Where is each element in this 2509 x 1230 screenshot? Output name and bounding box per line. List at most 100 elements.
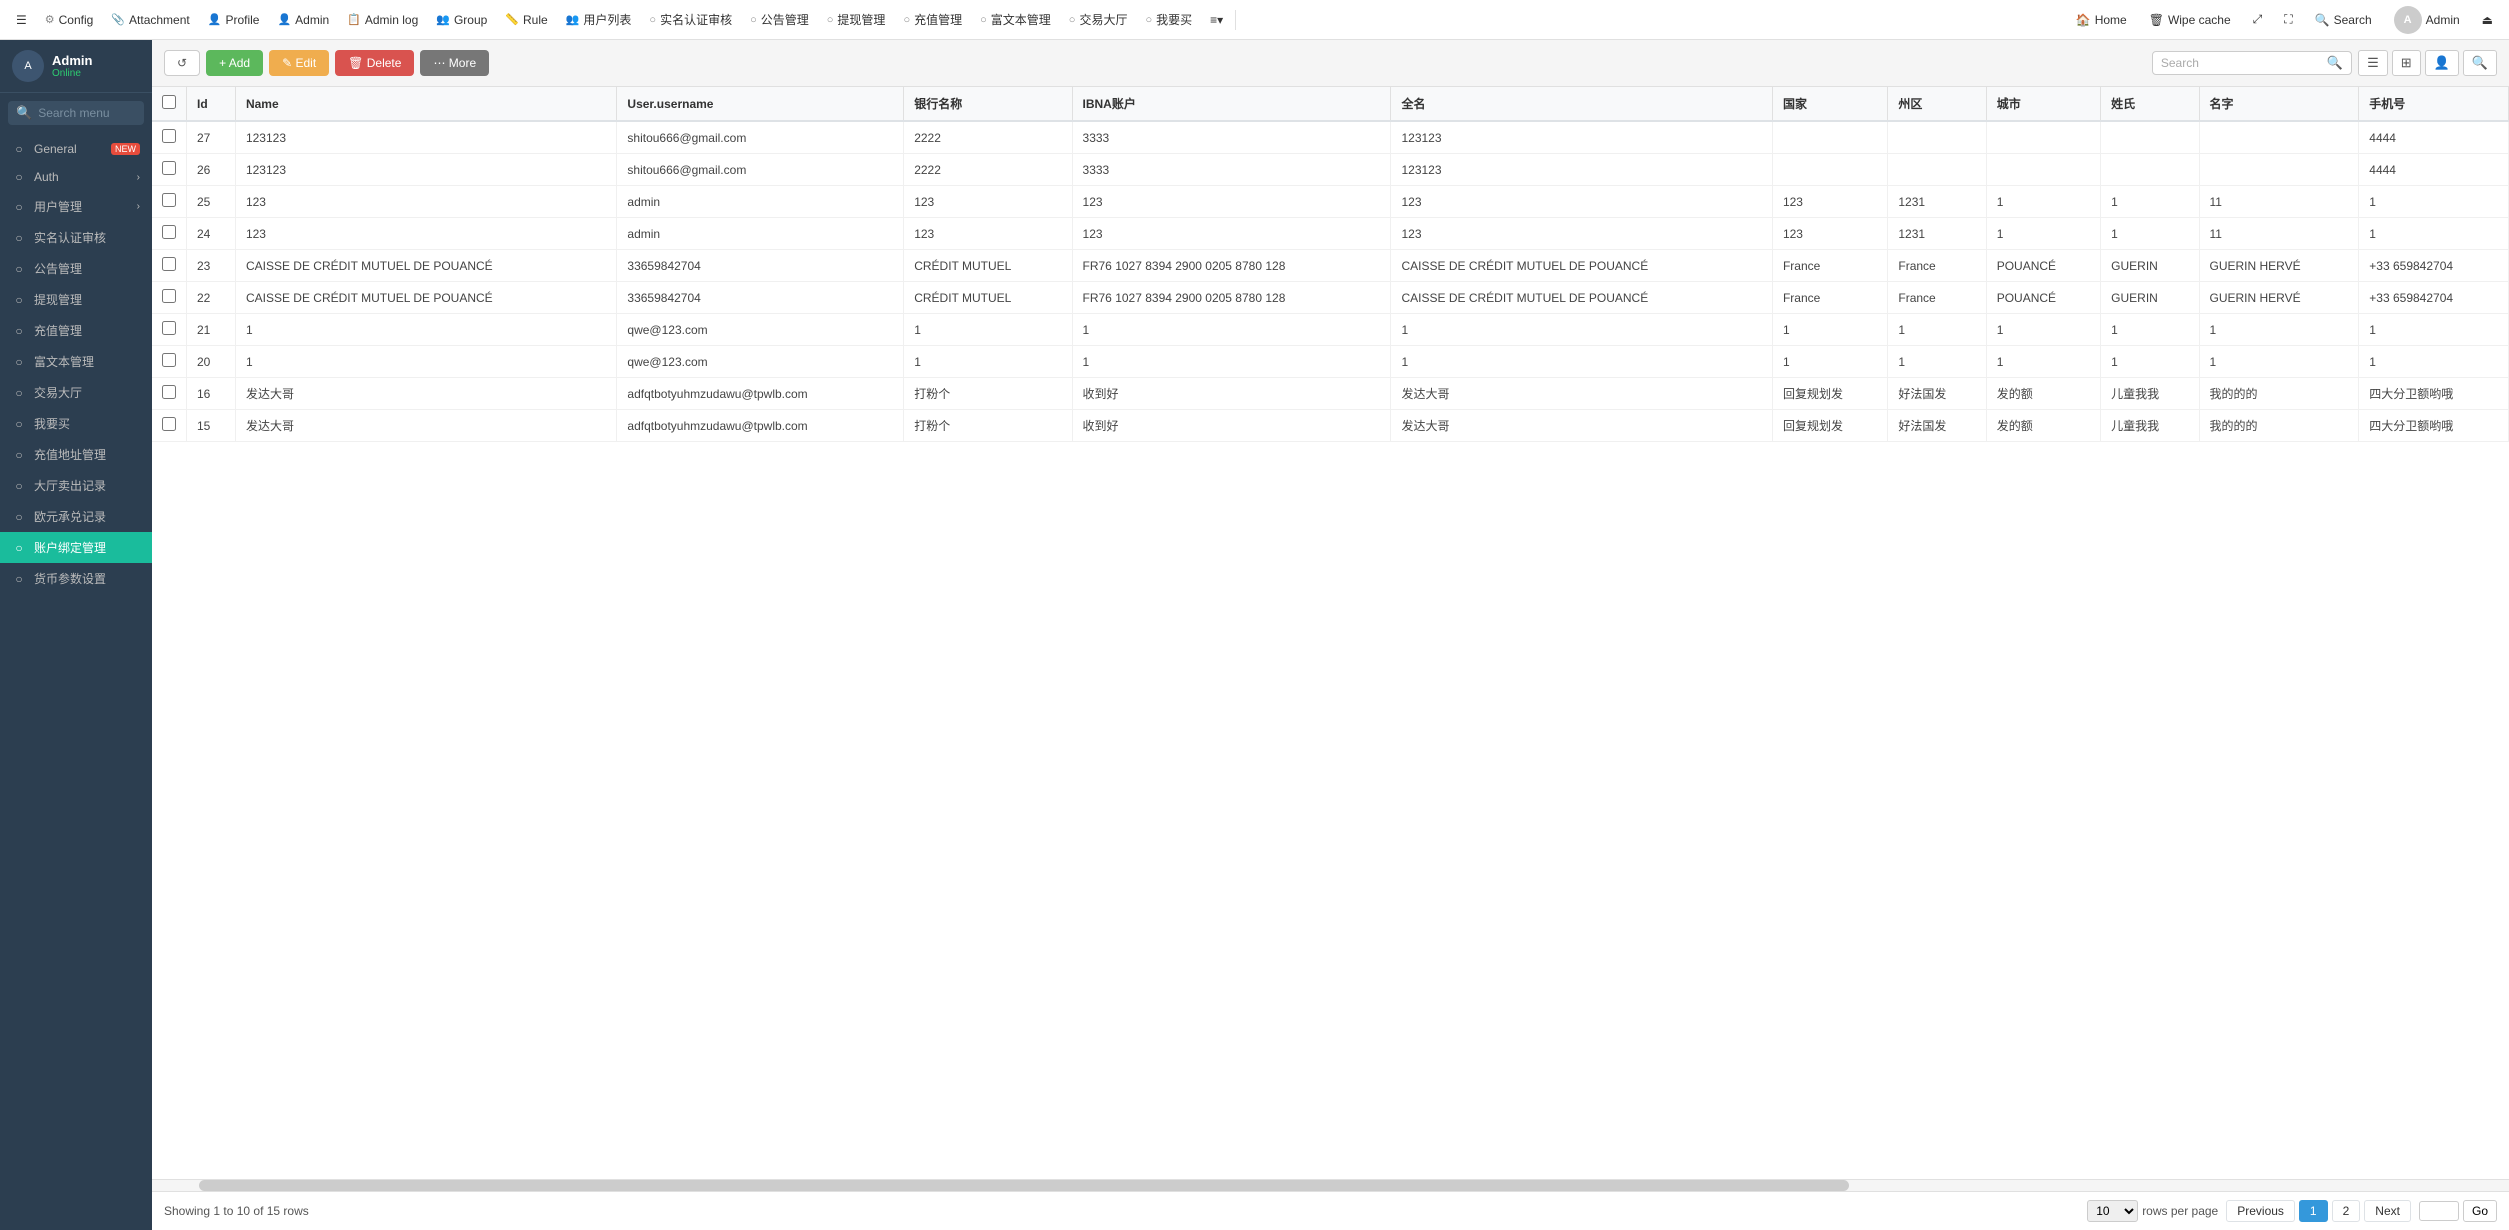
nav-announcement[interactable]: ○ 公告管理 [742,7,817,32]
nav-userlist[interactable]: 👥 用户列表 [558,7,640,32]
cell-username: 33659842704 [617,282,904,314]
rows-per-page-select[interactable]: 10 20 50 100 [2087,1200,2138,1222]
next-page-button[interactable]: Next [2364,1200,2411,1222]
fullscreen-icon: ⛶ [2284,12,2292,27]
new-badge: NEW [111,143,140,155]
nav-admin-user[interactable]: A Admin [2386,2,2468,38]
row-select-checkbox[interactable] [162,161,176,175]
cell-fullname: 1 [1391,346,1772,378]
sidebar-item-tradehall[interactable]: ○ 交易大厅 [0,377,152,408]
nav-fullscreen[interactable]: ⛶ [2276,8,2300,31]
delete-button[interactable]: 🗑 Delete [335,50,414,76]
cell-ibna: 收到好 [1072,378,1391,410]
page-go-button[interactable]: Go [2463,1200,2497,1222]
sidebar-item-auth[interactable]: ○ Auth › [0,163,152,191]
th-firstname: 名字 [2199,87,2359,121]
sidebar-item-buynow[interactable]: ○ 我要买 [0,408,152,439]
table-container: Id Name User.username 银行名称 IBNA账户 全名 国家 … [152,87,2509,1179]
row-select-checkbox[interactable] [162,417,176,431]
cell-ibna: 1 [1072,346,1391,378]
sidebar-item-announcement[interactable]: ○ 公告管理 [0,253,152,284]
row-select-checkbox[interactable] [162,321,176,335]
row-select-checkbox[interactable] [162,257,176,271]
cell-id: 21 [187,314,236,346]
nav-kyc[interactable]: ○ 实名认证审核 [641,7,740,32]
cell-state: France [1888,250,1986,282]
edit-button[interactable]: ✎ Edit [269,50,329,76]
cell-phone: 4444 [2359,121,2509,154]
expand-icon: ⤢ [2253,12,2263,27]
row-select-checkbox[interactable] [162,129,176,143]
cell-fullname: 1 [1391,314,1772,346]
nav-home[interactable]: 🏠 Home [2068,9,2135,31]
sidebar-item-account-binding[interactable]: ○ 账户绑定管理 [0,532,152,563]
sidebar-item-recharge-address[interactable]: ○ 充值地址管理 [0,439,152,470]
sidebar-item-currency-settings[interactable]: ○ 货币参数设置 [0,563,152,594]
row-select-checkbox[interactable] [162,385,176,399]
nav-rule[interactable]: 📏 Rule [497,9,555,31]
row-select-checkbox[interactable] [162,225,176,239]
nav-richtext[interactable]: ○ 富文本管理 [972,7,1059,32]
cell-lastname [2101,121,2199,154]
select-all-checkbox[interactable] [162,95,176,109]
sidebar-search-input[interactable] [38,106,136,120]
nav-logout[interactable]: ⏏ [2474,9,2501,31]
add-button[interactable]: + Add [206,50,263,76]
page-go-input[interactable] [2419,1201,2459,1221]
nav-tradehall[interactable]: ○ 交易大厅 [1061,7,1136,32]
cell-firstname: 11 [2199,186,2359,218]
prev-page-button[interactable]: Previous [2226,1200,2295,1222]
row-select-checkbox[interactable] [162,289,176,303]
cell-country: France [1772,282,1887,314]
sidebar-item-withdrawal[interactable]: ○ 提现管理 [0,284,152,315]
sidebar-item-euro-records[interactable]: ○ 欧元承兑记录 [0,501,152,532]
sidebar-item-kyc[interactable]: ○ 实名认证审核 [0,222,152,253]
table-search-icon[interactable]: 🔍 [2327,55,2343,71]
cell-state: 1231 [1888,218,1986,250]
sidebar-item-user-management[interactable]: ○ 用户管理 › [0,191,152,222]
cell-name: 1 [235,346,616,378]
nav-profile[interactable]: 👤 Profile [200,9,268,31]
sidebar-item-richtext[interactable]: ○ 富文本管理 [0,346,152,377]
nav-group[interactable]: 👥 Group [428,9,495,31]
user-columns-button[interactable]: 👤 [2425,50,2459,76]
nav-wipe-cache[interactable]: 🗑 Wipe cache [2141,9,2239,31]
cell-username: shitou666@gmail.com [617,121,904,154]
search-columns-button[interactable]: 🔍 [2463,50,2497,76]
cell-state [1888,154,1986,186]
nav-attachment[interactable]: 📎 Attachment [103,9,197,31]
table-scroll-bar[interactable] [152,1179,2509,1191]
page-2-button[interactable]: 2 [2332,1200,2361,1222]
grid-view-button[interactable]: ⊞ [2392,50,2421,76]
nav-more-dropdown[interactable]: ≡▾ [1202,9,1231,31]
cell-country: 回复规划发 [1772,378,1887,410]
cell-firstname: GUERIN HERVÉ [2199,282,2359,314]
row-select-checkbox[interactable] [162,193,176,207]
cell-country: 回复规划发 [1772,410,1887,442]
hamburger-menu[interactable]: ☰ [8,9,35,31]
nav-expand[interactable]: ⤢ [2245,8,2271,31]
sidebar-item-sell-records[interactable]: ○ 大厅卖出记录 [0,470,152,501]
table-search-input[interactable] [2161,56,2321,70]
refresh-button[interactable]: ↺ [164,50,200,76]
nav-withdrawal[interactable]: ○ 提现管理 [819,7,894,32]
page-1-button[interactable]: 1 [2299,1200,2328,1222]
nav-recharge[interactable]: ○ 充值管理 [895,7,970,32]
cell-fullname: 123123 [1391,154,1772,186]
nav-buynow[interactable]: ○ 我要买 [1137,7,1200,32]
withdrawal-icon: ○ [827,14,834,26]
cell-lastname: 儿童我我 [2101,378,2199,410]
nav-config[interactable]: ⚙ Config [37,9,102,31]
row-select-checkbox[interactable] [162,353,176,367]
sidebar-euro-records-icon: ○ [12,510,26,524]
sidebar-item-recharge[interactable]: ○ 充值管理 [0,315,152,346]
cell-lastname: GUERIN [2101,250,2199,282]
sidebar-item-general[interactable]: ○ General NEW [0,135,152,163]
nav-admin-log[interactable]: 📋 Admin log [339,9,426,31]
nav-admin[interactable]: 👤 Admin [269,9,337,31]
cell-lastname: 1 [2101,218,2199,250]
more-button[interactable]: ⋯ More [420,50,489,76]
th-country: 国家 [1772,87,1887,121]
list-view-button[interactable]: ☰ [2358,50,2388,76]
nav-search-top[interactable]: 🔍 Search [2307,9,2380,31]
